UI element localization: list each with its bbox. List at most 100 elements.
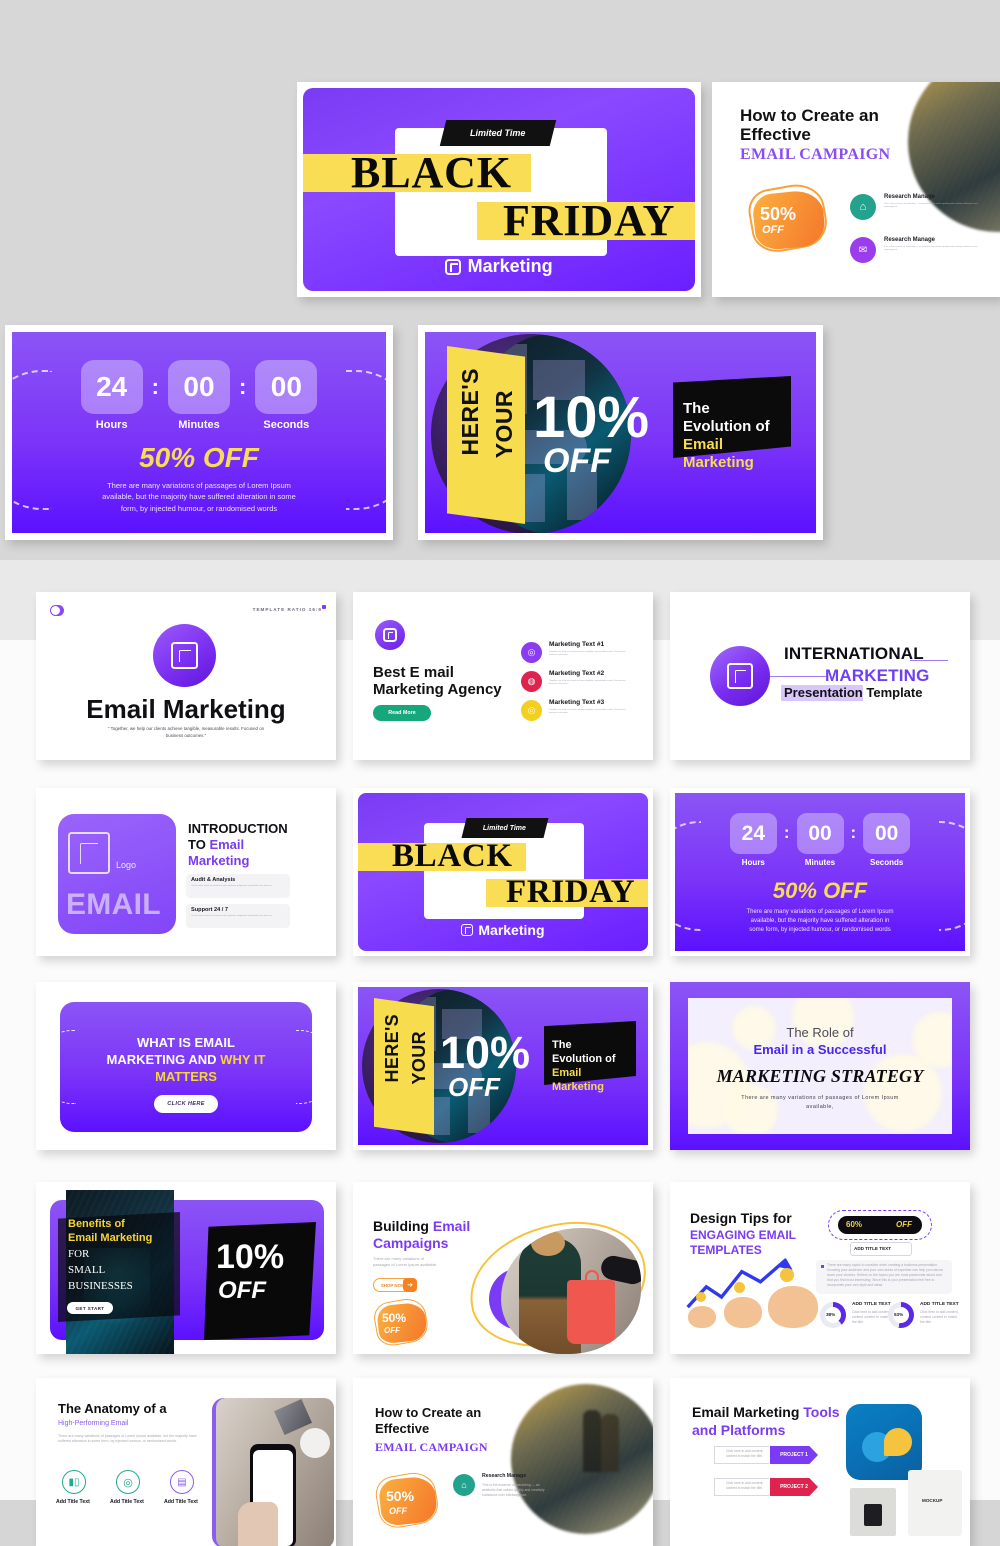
hy2-panel-line1: The [552,1039,572,1051]
benefits-get-start-button[interactable]: GET START [67,1302,113,1314]
grid-slide-introduction[interactable]: Logo EMAIL INTRODUCTION TO Email Marketi… [36,788,336,956]
campaign2-title-line1: How to Create an [375,1405,482,1420]
cd2-unit-minutes: 00 Minutes [796,813,844,867]
piggy-large [768,1286,818,1328]
bf2-brand-label: Marketing [478,922,545,938]
agency-read-more-button[interactable]: Read More [373,705,431,721]
bullet-dot-icon [821,1265,824,1268]
intl-connector-line-1 [770,676,828,677]
bf2-word-friday: FRIDAY [506,874,636,910]
cd2-value-seconds: 00 [863,813,911,854]
whatis-line2-yellow: WHY IT [220,1052,266,1067]
grid-slide-black-friday[interactable]: Limited Time BLACK FRIDAY Marketing [353,788,653,956]
grid-slide-benefits[interactable]: Benefits of Email Marketing FOR SMALL BU… [36,1182,336,1354]
hero-black-friday-slide[interactable]: Limited Time BLACK FRIDAY Marketing [297,82,701,297]
cd2-sep-1: : [783,823,790,842]
whatis-line1: WHAT IS EMAIL [137,1035,235,1050]
grid-slide-countdown[interactable]: 24 Hours : 00 Minutes : 00 Seconds 50% O… [670,788,970,956]
countdown-label-hours: Hours [95,418,128,431]
cover-corner-accent [322,605,326,609]
benefits-line5: BUSINESSES [68,1280,133,1292]
campaign2-title-line2: Effective [375,1421,430,1436]
feature-body-1: This is the essence of marketing — an ae… [884,203,978,209]
agency-icon-1: ◎ [521,642,542,663]
coin-3 [780,1268,794,1282]
tools-mockup-label: MOCKUP [922,1498,943,1503]
hy-panel-line3: Email [683,436,724,453]
grid-slide-agency[interactable]: Best E mail Marketing Agency Read More ◎… [353,592,653,760]
intro-title-line1: INTRODUCTION [188,821,288,836]
grid-slide-heres-your[interactable]: HERE'S YOUR 10% OFF The Evolution of Ema… [353,982,653,1150]
hy2-vertical-text-2: YOUR [409,1031,429,1085]
agency-item-body-3: Together, we help our clients achieve ta… [549,709,626,715]
hy2-panel-line3: Email [552,1067,582,1079]
campaign2-feature-body: This is the essence of marketing — an ae… [482,1483,545,1497]
cd2-value-minutes: 00 [796,813,844,854]
whatis-line2-white: MARKETING AND [106,1052,221,1067]
brand-label: Marketing [467,256,553,276]
countdown-separator-1: : [151,374,159,399]
whatis-line3: MATTERS [155,1069,217,1084]
cd2-label-seconds: Seconds [870,857,904,867]
building-badge-off: OFF [384,1326,400,1335]
cd2-offer: 50% OFF [772,878,868,903]
grid-slide-campaign[interactable]: How to Create an Effective EMAIL CAMPAIG… [353,1378,653,1546]
ticket-button-label: ADD TITLE TEXT [854,1246,892,1251]
grid-slide-design-tips[interactable]: Design Tips for ENGAGING EMAIL TEMPLATES… [670,1182,970,1354]
page-root: Limited Time BLACK FRIDAY Marketing How … [0,0,1000,1546]
r-mark-icon [68,832,110,874]
intl-line2: MARKETING [825,666,930,685]
campaign2-subtitle: EMAIL CAMPAIGN [375,1440,488,1454]
grid-slide-cover[interactable]: TEMPLATE RATIO 16:9 Email Marketing " To… [36,592,336,760]
anatomy-label-3: Add Title Text [164,1499,198,1505]
countdown-label-minutes: Minutes [178,418,220,431]
campaign-title-line2: Effective [740,125,811,144]
building-arrow-icon[interactable]: ➜ [403,1278,417,1292]
building-badge-percent: 50% [382,1311,407,1325]
countdown-offer: 50% OFF [139,442,259,473]
cover-title: Email Marketing [86,694,286,724]
agency-item-body-1: Together, we help our clients achieve ta… [549,651,626,657]
building-paragraph: There are many variations of passages of… [373,1256,438,1267]
benefits-line2: Email Marketing [68,1232,153,1244]
campaign2-photo [511,1384,653,1534]
hero-heres-your-slide[interactable]: HERE'S YOUR 10% OFF The Evolution of Ema… [418,325,823,540]
grid-slide-building[interactable]: Building Email Campaigns There are many … [353,1182,653,1354]
hy2-panel-line4: Marketing [552,1081,604,1093]
anatomy-photo [216,1398,334,1546]
cd2-value-hours: 24 [729,813,777,854]
countdown-unit-minutes: 00 Minutes [168,360,230,431]
donut-2-value: 53% [894,1312,904,1317]
grid-slide-tools[interactable]: Email Marketing Tools and Platforms PROJ… [670,1378,970,1546]
hy-panel-line4: Marketing [683,454,754,471]
hy2-vertical-text-1: HERE'S [382,1014,402,1083]
grid-slide-role[interactable]: The Role of Email in a Successful MARKET… [670,982,970,1150]
bf2-limited-time-label: Limited Time [483,824,527,832]
tools-row-2-tag: PROJECT 2 [780,1484,808,1490]
r-mark-icon [461,924,474,936]
bf2-brand-lockup: Marketing [358,922,648,938]
hero-campaign-slide[interactable]: How to Create an Effective EMAIL CAMPAIG… [712,82,1000,297]
agency-icon-3: ◎ [521,700,542,721]
agency-item-title-1: Marketing Text #1 [549,641,605,648]
anatomy-title: The Anatomy of a [58,1401,167,1416]
intl-line3-rest: Template [862,685,923,700]
hero-countdown-slide[interactable]: 24 Hours : 00 Minutes : 00 Seconds 50% O… [5,325,393,540]
tools-title-line2: and Platforms [692,1422,786,1438]
whatis-click-here-button[interactable]: CLICK HERE [154,1095,218,1113]
intl-line3-highlight: Presentation [784,685,863,700]
bf-word-black: BLACK [351,148,512,197]
grid-slide-what-is[interactable]: WHAT IS EMAIL MARKETING AND WHY IT MATTE… [36,982,336,1150]
agency-title-line1: Best E mail [373,664,454,681]
donut-2-title: ADD TITLE TEXT [920,1302,959,1307]
grid-slide-anatomy[interactable]: The Anatomy of a High-Performing Email T… [36,1378,336,1546]
grid-slide-international[interactable]: INTERNATIONAL MARKETING Presentation Tem… [670,592,970,760]
discount-badge-off: OFF [762,224,784,236]
whatis-line2: MARKETING AND WHY IT [36,1052,336,1068]
building-title-purple: Email [432,1218,471,1234]
ticket-percent: 60% [846,1220,863,1229]
feature-icon-home: ⌂ [850,194,876,220]
designtips-subtitle-1: ENGAGING EMAIL [690,1228,797,1242]
coin-1 [696,1292,706,1302]
agency-icon-2: ◍ [521,671,542,692]
